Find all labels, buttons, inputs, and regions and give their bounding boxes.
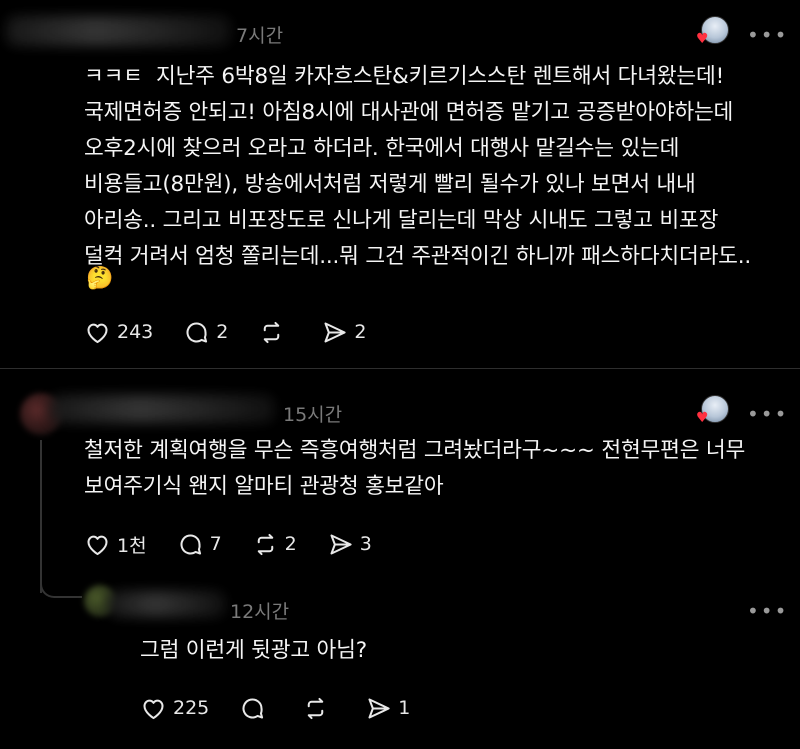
- repost-button[interactable]: [258, 319, 291, 346]
- share-count: 2: [354, 321, 367, 343]
- like-count: 1천: [117, 534, 147, 557]
- thinking-emoji: 🤔: [86, 266, 114, 291]
- share-count: 1: [398, 697, 411, 719]
- heart-icon: [87, 535, 108, 555]
- share-button[interactable]: 3: [327, 531, 372, 558]
- liked-by-avatar[interactable]: ♥: [696, 395, 729, 426]
- heart-badge-icon: ♥: [696, 410, 709, 426]
- post-time: 7시간: [236, 25, 284, 47]
- post-1: 7시간 ♥ ••• ㅋㅋㅌ 지난주 6박8일 카자흐스탄&키르기스스탄 렌트해서…: [0, 0, 800, 368]
- comment-icon: [180, 533, 201, 555]
- like-button[interactable]: 225: [140, 695, 209, 722]
- post-3: 12시간 ••• 그럼 이런게 뒷광고 아님? 225 1: [0, 579, 800, 749]
- post-time: 15시간: [283, 404, 343, 426]
- comment-icon: [186, 321, 208, 343]
- blurred-username: [6, 16, 231, 46]
- repost-icon: [308, 697, 324, 719]
- post-actions: 243 2 2: [84, 317, 396, 347]
- heart-icon: [143, 699, 164, 719]
- comment-count: 2: [216, 321, 229, 343]
- post-body: 그럼 이런게 뒷광고 아님?: [140, 638, 367, 663]
- post-actions: 225 1: [140, 693, 440, 723]
- comment-count: 7: [209, 533, 222, 555]
- share-icon: [368, 697, 390, 719]
- post-time: 12시간: [230, 601, 290, 623]
- more-icon[interactable]: •••: [747, 23, 788, 47]
- repost-icon: [257, 533, 273, 555]
- liked-by-avatar[interactable]: ♥: [696, 16, 729, 47]
- post-body: 철저한 계획여행을 무슨 즉흥여행처럼 그려놨더라구~~~ 전현무편은 너무 보…: [84, 438, 746, 499]
- comment-button[interactable]: 2: [183, 319, 228, 346]
- like-count: 243: [117, 321, 154, 343]
- share-icon: [324, 321, 346, 343]
- repost-button[interactable]: [302, 695, 335, 722]
- share-button[interactable]: 1: [365, 695, 410, 722]
- repost-icon: [264, 321, 280, 343]
- share-icon: [330, 533, 352, 555]
- heart-icon: [87, 323, 108, 343]
- more-icon[interactable]: •••: [747, 402, 788, 426]
- post-actions: 1천 7 2 3: [84, 529, 402, 559]
- post-body: ㅋㅋㅌ 지난주 6박8일 카자흐스탄&키르기스스탄 렌트해서 다녀왔는데! 국제…: [84, 64, 752, 269]
- repost-button[interactable]: 2: [252, 531, 297, 558]
- like-button[interactable]: 1천: [84, 531, 147, 558]
- like-button[interactable]: 243: [84, 319, 153, 346]
- comment-button[interactable]: 7: [177, 531, 222, 558]
- repost-count: 2: [284, 533, 297, 555]
- heart-badge-icon: ♥: [696, 31, 709, 47]
- more-icon[interactable]: •••: [747, 599, 788, 623]
- blurred-username: [108, 591, 226, 617]
- share-count: 3: [359, 533, 372, 555]
- share-button[interactable]: 2: [321, 319, 366, 346]
- comment-button[interactable]: [239, 695, 272, 722]
- blurred-username: [50, 395, 275, 423]
- like-count: 225: [173, 697, 210, 719]
- comment-icon: [242, 697, 264, 719]
